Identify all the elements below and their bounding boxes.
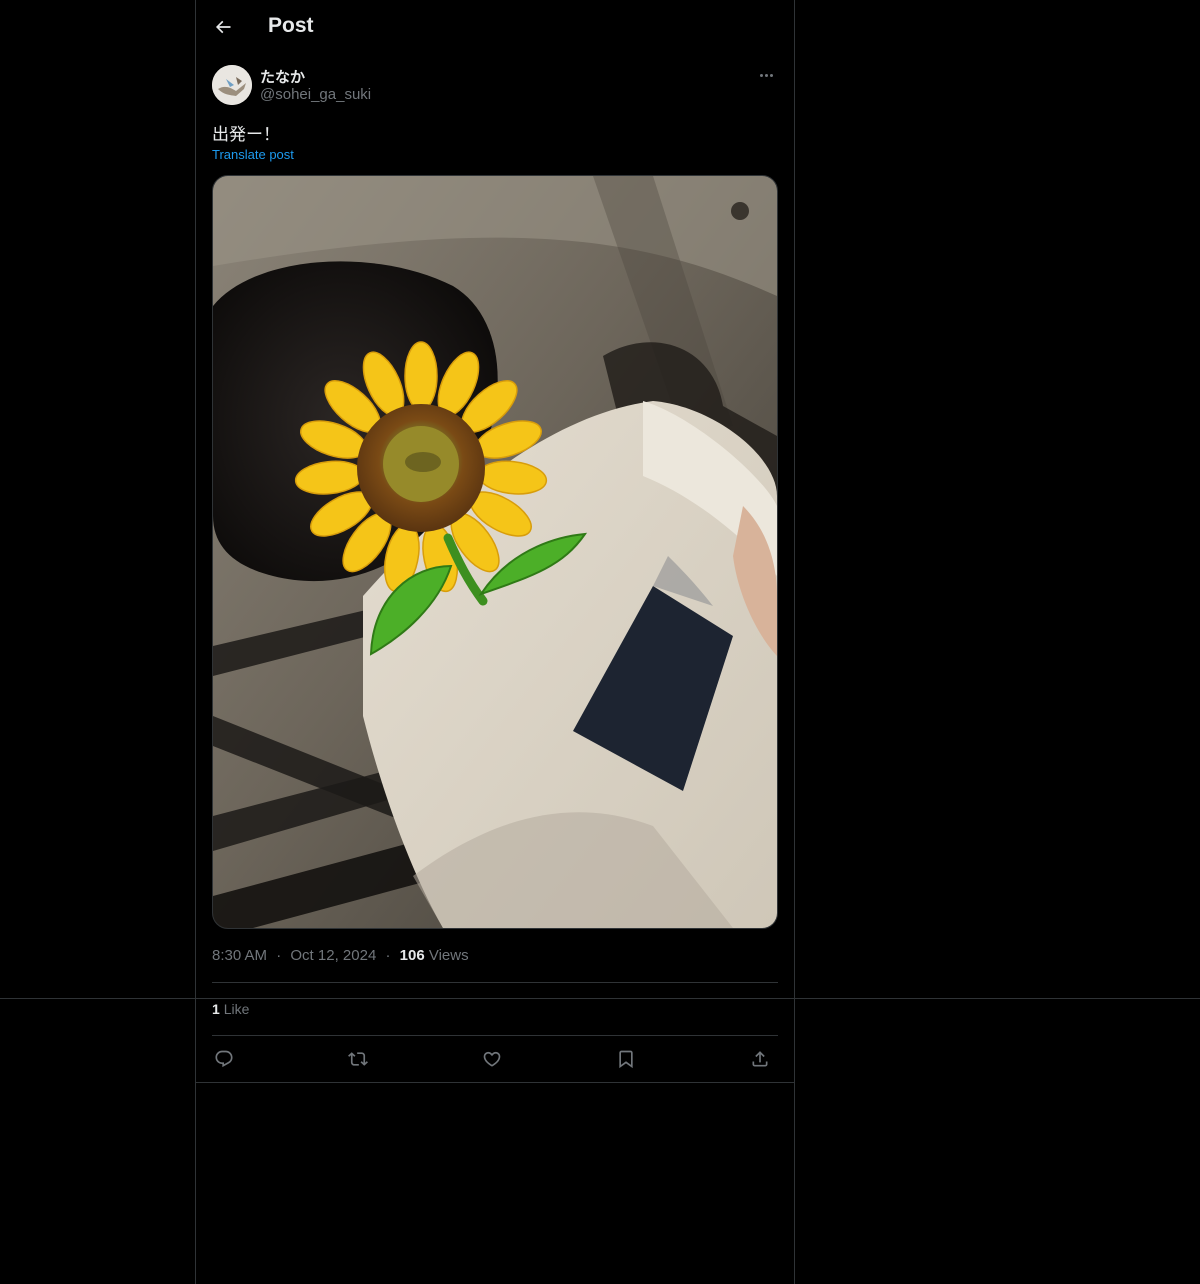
repost-icon [348,1049,368,1069]
author-row: たなか @sohei_ga_suki [212,65,778,107]
page: Post たなか @sohei_ga_suki 出発ー！ Translate p… [0,0,1200,1284]
translate-post-link[interactable]: Translate post [212,147,294,162]
like-button[interactable] [480,1047,504,1071]
likes-label: Like [223,1001,250,1017]
header: Post [196,0,794,54]
share-button[interactable] [748,1047,772,1071]
likes-link[interactable]: 1 Like [212,1001,249,1017]
post-time[interactable]: 8:30 AM [212,947,267,964]
reply-button[interactable] [212,1047,236,1071]
back-button[interactable] [208,12,238,42]
repost-button[interactable] [346,1047,370,1071]
post-photo[interactable] [212,175,778,929]
meta-separator: · [385,947,391,964]
likes-count: 1 [212,1001,220,1017]
post-date[interactable]: Oct 12, 2024 [290,947,376,964]
user-handle[interactable]: @sohei_ga_suki [260,86,371,103]
display-name[interactable]: たなか [260,66,305,87]
post-text: 出発ー！ [212,125,280,144]
meta-separator: · [276,947,282,964]
like-icon [482,1049,502,1069]
reply-icon [214,1049,234,1069]
share-icon [750,1049,770,1069]
post-meta: 8:30 AM · Oct 12, 2024 · 106 Views [212,947,469,964]
divider [212,982,778,983]
more-icon [759,73,763,77]
arrow-left-icon [213,17,233,37]
more-options-button[interactable] [754,65,778,85]
avatar[interactable] [212,65,252,105]
action-bar [212,1036,778,1082]
views-count: 106 [399,947,425,964]
divider [195,1082,795,1083]
divider [0,998,1200,999]
bookmark-icon [616,1049,636,1069]
views-label: Views [428,947,469,964]
page-title: Post [268,14,314,37]
main-column: Post たなか @sohei_ga_suki 出発ー！ Translate p… [195,0,795,1284]
bookmark-button[interactable] [614,1047,638,1071]
